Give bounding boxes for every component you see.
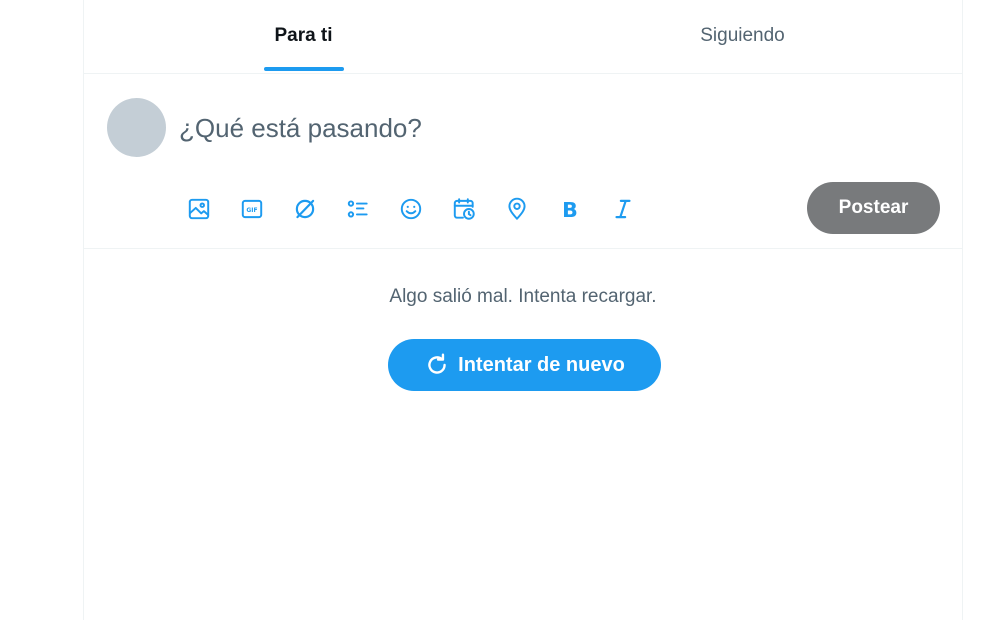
image-icon[interactable]	[181, 191, 217, 227]
tab-para-ti[interactable]: Para ti	[84, 0, 523, 73]
active-tab-indicator	[263, 67, 344, 71]
svg-text:B: B	[562, 198, 578, 222]
poll-icon[interactable]	[340, 191, 376, 227]
timeline-tabs: Para ti Siguiendo	[84, 0, 962, 74]
location-icon[interactable]	[499, 191, 535, 227]
avatar[interactable]	[107, 98, 166, 157]
refresh-icon	[424, 352, 450, 378]
retry-label: Intentar de nuevo	[458, 353, 625, 376]
bold-icon[interactable]: B	[552, 191, 588, 227]
grok-icon[interactable]	[287, 191, 323, 227]
post-composer: GIF	[84, 74, 962, 249]
emoji-icon[interactable]	[393, 191, 429, 227]
error-message: Algo salió mal. Intenta recargar.	[389, 286, 657, 307]
timeline-column: Para ti Siguiendo GIF	[83, 0, 963, 620]
tab-siguiendo[interactable]: Siguiendo	[523, 0, 962, 73]
italic-icon[interactable]	[605, 191, 641, 227]
retry-button[interactable]: Intentar de nuevo	[388, 339, 661, 391]
error-panel: Algo salió mal. Intenta recargar. Intent…	[84, 250, 962, 620]
post-button[interactable]: Postear	[807, 182, 940, 234]
svg-text:GIF: GIF	[246, 207, 257, 214]
schedule-icon[interactable]	[446, 191, 482, 227]
composer-toolbar: GIF B	[181, 191, 658, 227]
gif-icon[interactable]: GIF	[234, 191, 270, 227]
tab-label: Siguiendo	[700, 25, 785, 46]
compose-input[interactable]	[179, 110, 879, 146]
tab-label: Para ti	[274, 25, 333, 46]
